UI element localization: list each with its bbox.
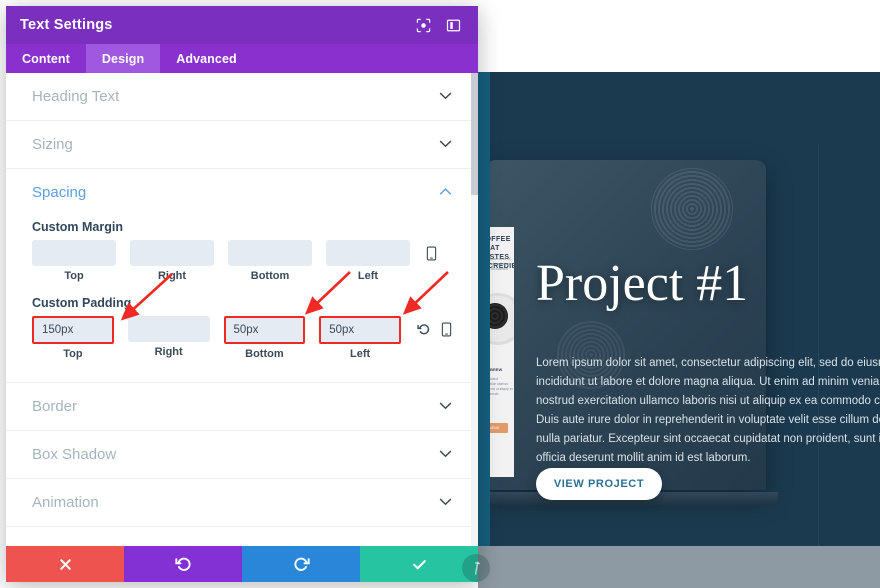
section-header[interactable]: Heading Text (32, 73, 452, 120)
padding-right-input[interactable] (127, 316, 210, 342)
padding-bottom-input[interactable]: 50px (223, 316, 306, 344)
section-header[interactable]: Sizing (32, 121, 452, 168)
section-header[interactable]: Border (32, 383, 452, 430)
spacing-content: Custom Margin Top Right Bottom Left Cust… (32, 220, 452, 382)
section-title: Heading Text (32, 88, 120, 105)
section-sizing[interactable]: Sizing (6, 121, 478, 169)
view-project-button[interactable]: VIEW PROJECT (536, 468, 662, 500)
focus-target-icon[interactable] (412, 14, 434, 36)
panel-action-bar (6, 546, 478, 582)
panel-body: Heading Text Sizing Spacing Custom Margi… (6, 73, 478, 546)
chevron-down-icon (439, 90, 452, 102)
panel-scrollbar-thumb[interactable] (471, 73, 478, 195)
section-animation[interactable]: Animation (6, 479, 478, 527)
screenshot-root: COFFEE THAT TASTES INCREDIBLE Lorem ipsu… (0, 0, 880, 588)
tab-advanced[interactable]: Advanced (160, 44, 253, 73)
section-title: Border (32, 398, 78, 415)
chevron-up-icon (439, 186, 452, 198)
section-title: Box Shadow (32, 446, 117, 463)
text-settings-panel: Text Settings Content Design Advanced He… (6, 6, 478, 582)
redo-button[interactable] (242, 546, 360, 582)
panel-header: Text Settings (6, 6, 478, 44)
margin-top-caption: Top (64, 270, 84, 282)
panel-tabs: Content Design Advanced (6, 44, 478, 73)
panel-title: Text Settings (20, 17, 113, 33)
tab-design[interactable]: Design (85, 44, 161, 73)
margin-top-col: Top (32, 240, 116, 282)
padding-top-caption: Top (63, 348, 83, 360)
margin-right-col: Right (130, 240, 214, 282)
hero-column-divider (818, 144, 819, 546)
padding-tools (417, 316, 452, 342)
padding-left-col: 50px Left (319, 316, 401, 360)
margin-left-caption: Left (357, 270, 379, 282)
padding-bottom-col: 50px Bottom (223, 316, 306, 360)
margin-left-col: Left (326, 240, 410, 282)
chevron-down-icon (439, 400, 452, 412)
padding-right-col: Right (127, 316, 210, 358)
padding-right-caption: Right (154, 346, 183, 358)
chevron-down-icon (439, 138, 452, 150)
padding-left-caption: Left (350, 348, 371, 360)
tab-content[interactable]: Content (6, 44, 86, 73)
custom-margin-label: Custom Margin (32, 220, 123, 234)
section-heading-text[interactable]: Heading Text (6, 73, 478, 121)
custom-margin-group: Top Right Bottom Left (32, 240, 452, 282)
section-spacing[interactable]: Spacing Custom Margin Top Right Bottom L… (6, 169, 478, 383)
website-preview-background: COFFEE THAT TASTES INCREDIBLE Lorem ipsu… (478, 0, 880, 588)
cancel-button[interactable] (6, 546, 124, 582)
margin-right-input[interactable] (130, 240, 214, 266)
page-top-white-band (478, 0, 880, 72)
section-box-shadow[interactable]: Box Shadow (6, 431, 478, 479)
section-header[interactable]: Animation (32, 479, 452, 526)
chevron-down-icon (439, 448, 452, 460)
section-header[interactable]: Spacing (32, 169, 452, 216)
margin-bottom-input[interactable] (228, 240, 312, 266)
padding-left-input[interactable]: 50px (319, 316, 401, 344)
reset-undo-icon[interactable] (417, 322, 431, 336)
responsive-device-icon[interactable] (426, 246, 437, 261)
margin-top-input[interactable] (32, 240, 116, 266)
padding-top-input[interactable]: 150px (32, 316, 114, 344)
padding-bottom-caption: Bottom (245, 348, 284, 360)
margin-right-caption: Right (157, 270, 187, 282)
page-bottom-gray-band (478, 546, 880, 588)
chevron-down-icon (439, 496, 452, 508)
margin-left-input[interactable] (326, 240, 410, 266)
custom-padding-group: 150px Top Right 50px Bottom 50px Left (32, 316, 452, 360)
section-title: Animation (32, 494, 99, 511)
section-title: Sizing (32, 136, 73, 153)
layout-panel-icon[interactable] (442, 14, 464, 36)
padding-top-col: 150px Top (32, 316, 114, 360)
page-left-accent-strip (478, 72, 490, 546)
custom-padding-label: Custom Padding (32, 296, 132, 310)
hero-paragraph: Lorem ipsum dolor sit amet, consectetur … (536, 357, 880, 464)
hero-section: COFFEE THAT TASTES INCREDIBLE Lorem ipsu… (478, 72, 880, 546)
margin-tools (426, 240, 437, 266)
undo-button[interactable] (124, 546, 242, 582)
hero-heading: Project #1 (536, 254, 748, 313)
section-header[interactable]: Box Shadow (32, 431, 452, 478)
section-title: Spacing (32, 184, 87, 201)
margin-bottom-caption: Bottom (250, 270, 290, 282)
panel-scrollbar-track[interactable] (471, 73, 478, 546)
responsive-device-icon[interactable] (441, 322, 452, 337)
save-button[interactable] (360, 546, 478, 582)
margin-bottom-col: Bottom (228, 240, 312, 282)
hero-heading-text: Project #1 (536, 255, 749, 312)
coffee-texture-decoration (651, 168, 733, 250)
section-border[interactable]: Border (6, 383, 478, 431)
